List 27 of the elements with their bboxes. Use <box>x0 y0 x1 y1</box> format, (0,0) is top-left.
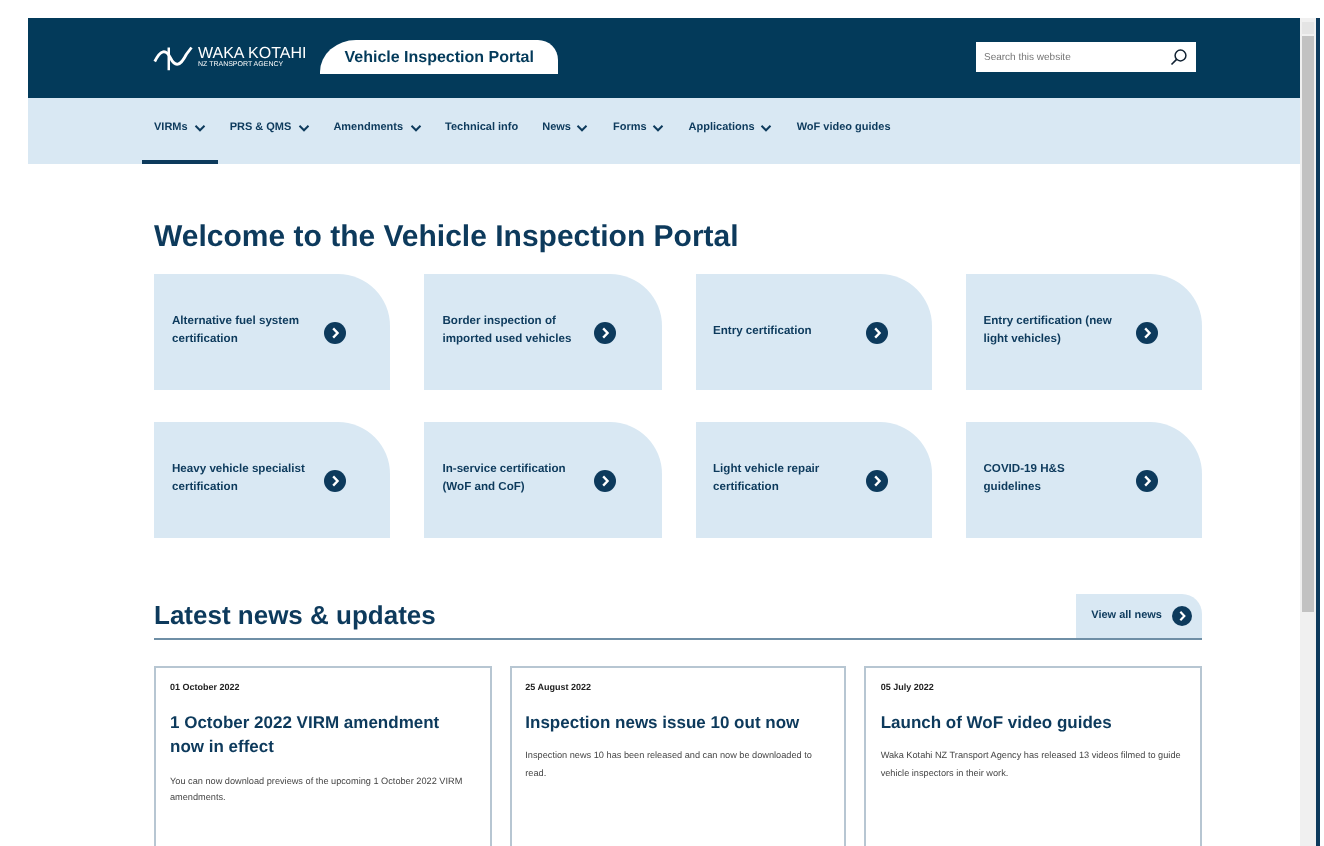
chevron-down-icon <box>652 124 665 133</box>
section-heading: Latest news & updates <box>154 600 436 630</box>
arrow-circle-icon <box>865 321 887 343</box>
arrow-circle-icon <box>1135 321 1158 343</box>
arrow-circle-icon <box>324 321 346 343</box>
chevron-down-icon <box>576 124 589 133</box>
arrow-circle-icon <box>865 469 887 491</box>
arrow-circle-icon <box>324 469 346 491</box>
news-title[interactable]: Inspection news issue 10 out now <box>525 710 831 735</box>
arrow-circle-icon <box>594 469 617 491</box>
scrollbar[interactable] <box>1300 18 1316 846</box>
news-title[interactable]: Launch of WoF video guides <box>880 710 1186 735</box>
chevron-down-icon <box>409 124 422 133</box>
arrow-circle-icon <box>1172 606 1192 626</box>
chevron-down-icon <box>297 124 310 133</box>
logo-name[interactable]: WAKA KOTAHI <box>198 46 307 63</box>
wave-logo-icon <box>152 43 196 72</box>
search-icon[interactable] <box>1170 48 1188 67</box>
chevron-down-icon <box>193 124 206 133</box>
arrow-circle-icon <box>1135 469 1158 491</box>
news-title[interactable]: 1 October 2022 VIRM amendment now in effect <box>170 710 476 760</box>
scroll-up-button[interactable] <box>1302 22 1314 34</box>
page-heading: Welcome to the Vehicle Inspection Portal <box>154 220 741 254</box>
chevron-down-icon <box>760 124 773 133</box>
arrow-circle-icon <box>594 321 617 343</box>
scroll-thumb[interactable] <box>1302 36 1314 612</box>
portal-title[interactable]: Vehicle Inspection Portal <box>320 40 558 75</box>
